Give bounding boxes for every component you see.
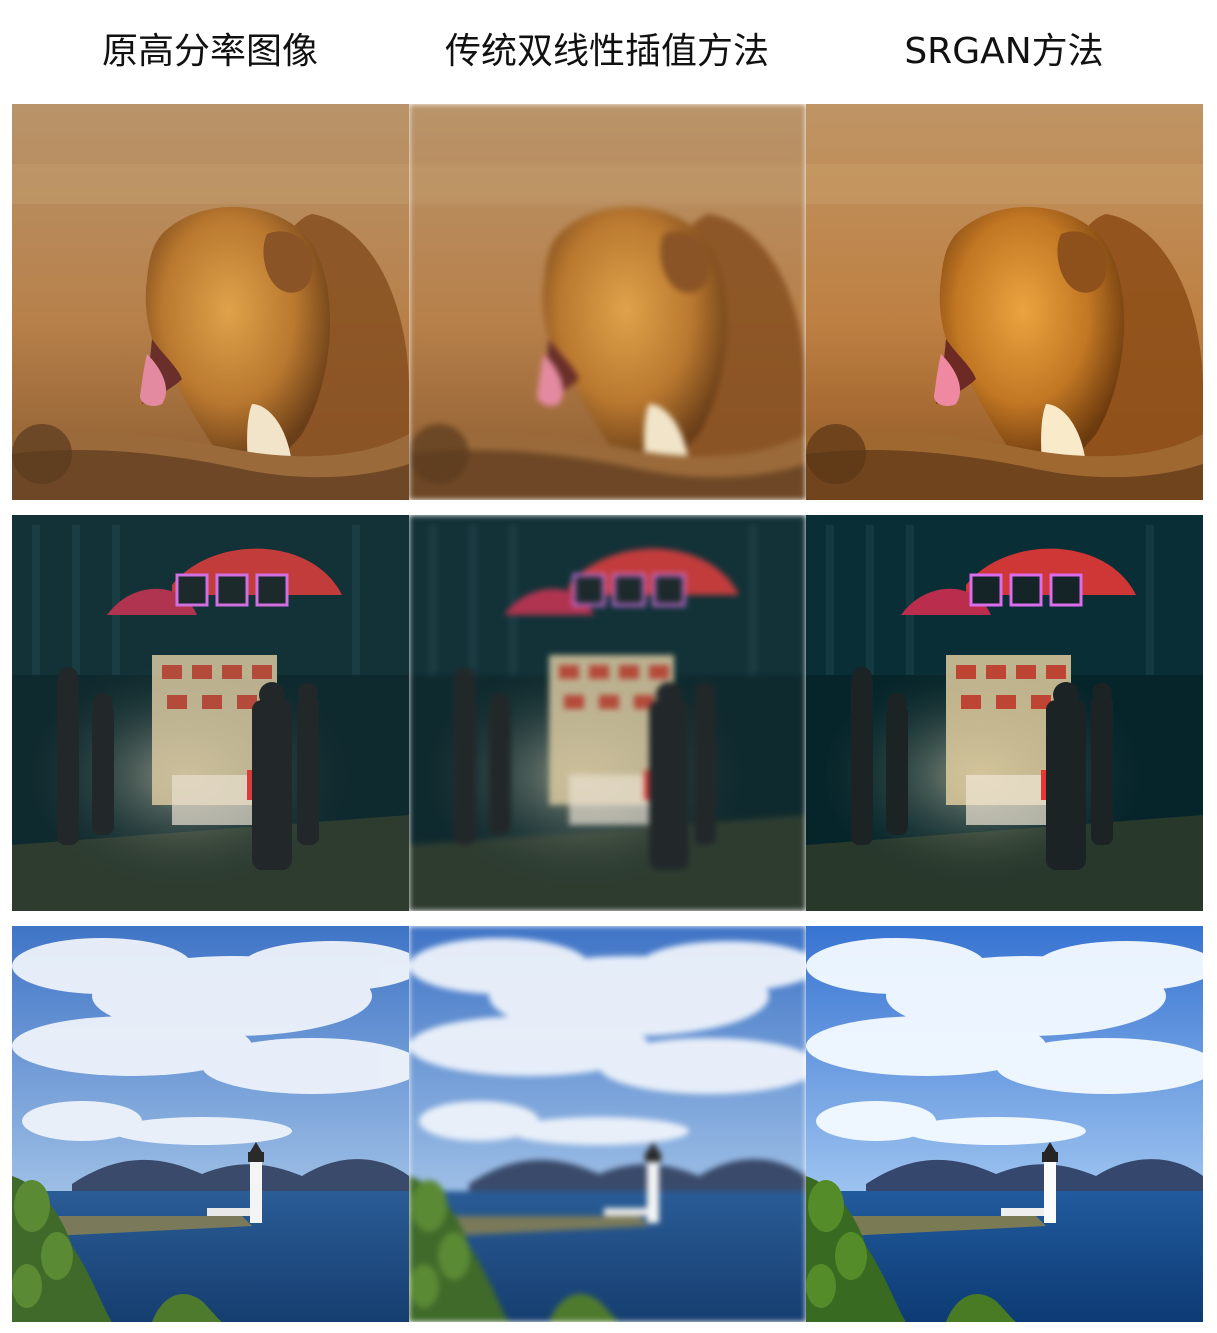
image-lighthouse-bilinear <box>409 926 806 1322</box>
street-cart-icon <box>806 515 1203 911</box>
lion-icon <box>12 104 409 500</box>
lion-icon <box>409 104 806 500</box>
lion-icon <box>806 104 1203 500</box>
street-cart-icon <box>12 515 409 911</box>
row-street-cart <box>12 515 1203 911</box>
row-lion <box>12 104 1203 500</box>
image-lighthouse-original <box>12 926 409 1322</box>
image-street-srgan <box>806 515 1203 911</box>
image-lion-bilinear <box>409 104 806 500</box>
column-headers: 原高分率图像 传统双线性插值方法 SRGAN方法 <box>0 24 1217 80</box>
lighthouse-icon <box>409 926 806 1322</box>
image-street-original <box>12 515 409 911</box>
lighthouse-icon <box>806 926 1203 1322</box>
image-lion-original <box>12 104 409 500</box>
street-cart-icon <box>409 515 806 911</box>
column-title-srgan: SRGAN方法 <box>904 31 1104 72</box>
column-title-bilinear: 传统双线性插值方法 <box>444 31 769 72</box>
row-lighthouse <box>12 926 1203 1322</box>
image-street-bilinear <box>409 515 806 911</box>
image-lighthouse-srgan <box>806 926 1203 1322</box>
lighthouse-icon <box>12 926 409 1322</box>
image-lion-srgan <box>806 104 1203 500</box>
column-title-original: 原高分率图像 <box>101 31 318 72</box>
